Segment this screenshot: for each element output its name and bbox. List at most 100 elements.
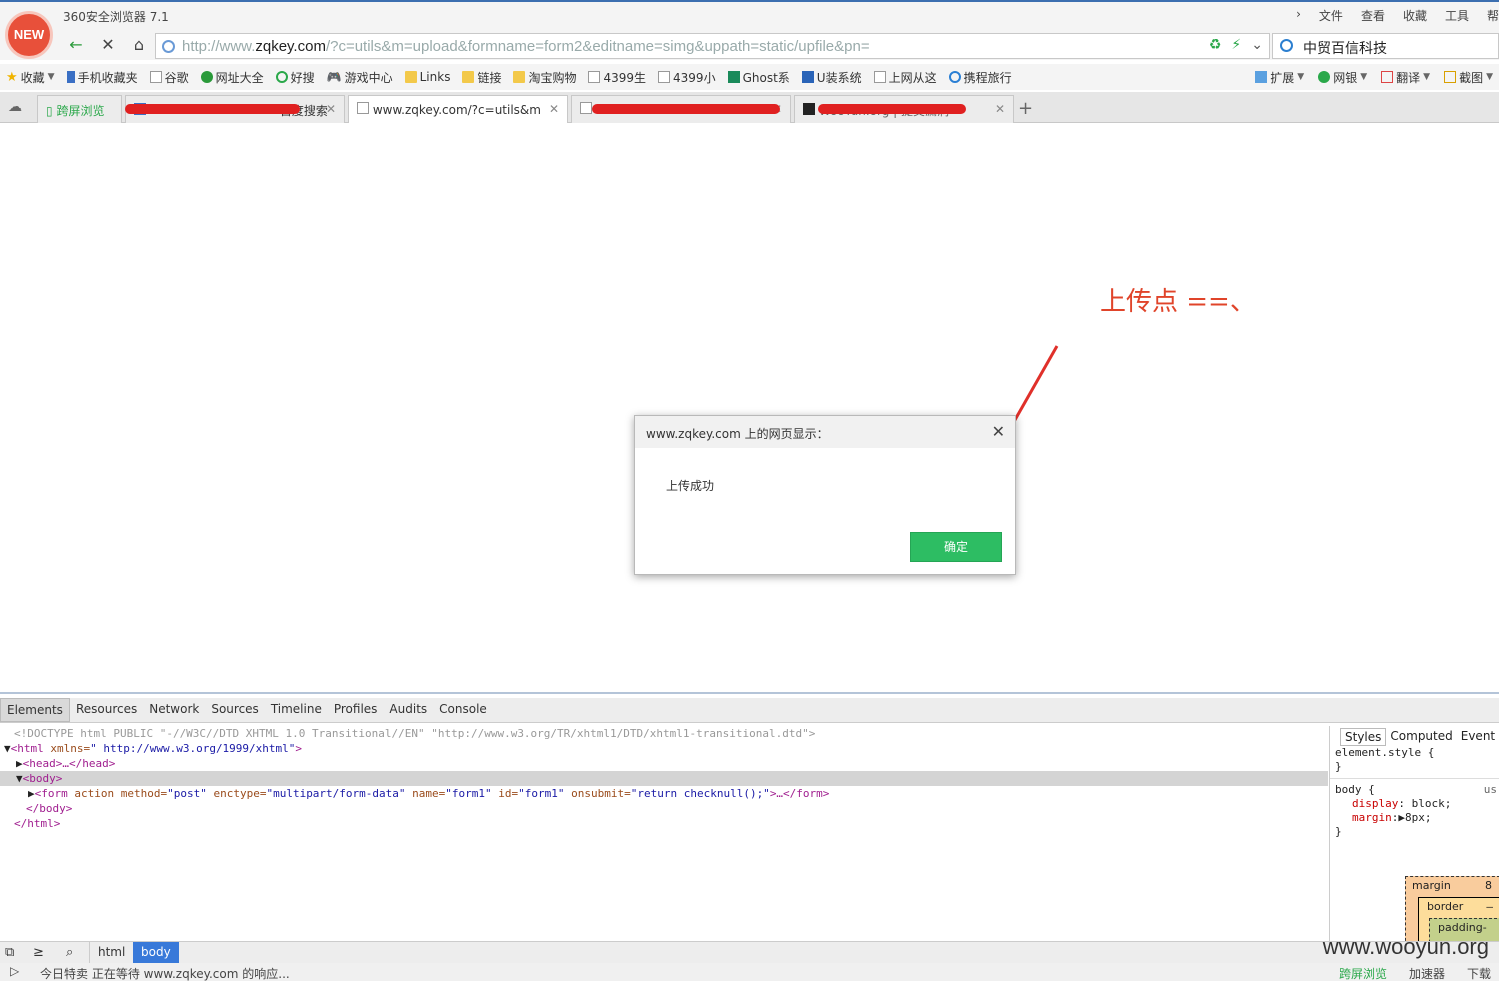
tab-elements[interactable]: Elements (0, 698, 70, 722)
cross-screen-button[interactable]: 跨屏浏览 (1339, 965, 1387, 982)
bookmark-haosou[interactable]: 好搜 (275, 69, 315, 86)
search-icon[interactable]: ⌕ (66, 945, 73, 960)
extensions-button[interactable]: 扩展 ▼ (1255, 69, 1304, 86)
close-icon[interactable]: ✕ (548, 102, 559, 116)
chevron-down-icon[interactable]: ⌄ (1251, 37, 1263, 53)
tab-event-listeners[interactable]: Event Lis (1457, 728, 1499, 746)
close-icon[interactable]: ✕ (326, 102, 336, 116)
bookmark-link[interactable]: 链接 (462, 69, 501, 86)
redaction-mark (125, 104, 300, 114)
bookmark-games[interactable]: 🎮 游戏中心 (327, 69, 393, 86)
breadcrumb-html[interactable]: html (89, 942, 135, 963)
menu-tools[interactable]: 工具 (1445, 7, 1469, 24)
tab-resources[interactable]: Resources (70, 698, 143, 722)
dom-head[interactable]: ▶<head>…</head> (0, 756, 1328, 771)
display-declaration[interactable]: display: block; (1330, 797, 1499, 811)
screenshot-button[interactable]: 截图 ▼ (1444, 69, 1493, 86)
menu-file[interactable]: 文件 (1319, 7, 1343, 24)
bookmark-sites[interactable]: 网址大全 (200, 69, 264, 86)
tab-profiles[interactable]: Profiles (328, 698, 384, 722)
stop-icon[interactable]: ✕ (96, 33, 120, 57)
bookmark-u-install[interactable]: U装系统 (801, 69, 862, 86)
address-bar[interactable]: http://www.zqkey.com/?c=utils&m=upload&f… (155, 33, 1270, 59)
bookmark-4399a[interactable]: 4399生 (588, 69, 646, 86)
body-selector[interactable]: body { (1330, 783, 1499, 797)
url-text[interactable]: http://www.zqkey.com/?c=utils&m=upload&f… (182, 38, 870, 55)
bookmark-4399b[interactable]: 4399小 (658, 69, 716, 86)
menu-help[interactable]: 帮 (1487, 7, 1499, 24)
tab-styles[interactable]: Styles (1340, 728, 1387, 746)
bookmark-ghost[interactable]: Ghost系 (727, 69, 790, 86)
search-box[interactable]: 中贸百信科技 (1272, 33, 1499, 59)
tab-network[interactable]: Network (143, 698, 205, 722)
search-icon[interactable] (1280, 39, 1293, 52)
cloud-icon[interactable]: ☁ (8, 99, 22, 115)
lightning-icon[interactable]: ⚡ (1231, 37, 1241, 53)
ok-button[interactable]: 确定 (910, 532, 1002, 562)
search-input[interactable]: 中贸百信科技 (1303, 38, 1387, 58)
tab-computed[interactable]: Computed (1386, 728, 1456, 746)
bank-button[interactable]: 网银 ▼ (1318, 69, 1367, 86)
ghost-icon (727, 71, 740, 83)
app-title: 360安全浏览器 7.1 (63, 10, 169, 24)
browser-logo[interactable]: NEW (5, 11, 53, 59)
shield-icon (1318, 71, 1331, 83)
accelerator-button[interactable]: 加速器 (1409, 965, 1445, 982)
menu-favorites[interactable]: 收藏 (1403, 7, 1427, 24)
watermark: www.wooyun.org (1322, 934, 1489, 959)
back-arrow-icon[interactable]: ← (64, 33, 88, 57)
scissors-icon (1444, 71, 1457, 83)
console-drawer-icon[interactable]: ≥ (33, 945, 44, 960)
page-icon (588, 71, 601, 83)
page-content: 上传点 ==、 www.zqkey.com 上的网页显示： ✕ 上传成功 确定 (0, 123, 1499, 692)
dom-html[interactable]: ▼<html xmlns=" http://www.w3.org/1999/xh… (0, 741, 1328, 756)
status-right-items: 跨屏浏览 加速器 下载 (1339, 965, 1491, 982)
status-text: 今日特卖 正在等待 www.zqkey.com 的响应... (40, 967, 290, 981)
translate-button[interactable]: 翻译 ▼ (1381, 69, 1430, 86)
dialog-message: 上传成功 (666, 479, 715, 493)
box-model-padding-label: padding- (1438, 921, 1487, 934)
tab-audits[interactable]: Audits (383, 698, 433, 722)
tab-zqkey[interactable]: www.zqkey.com/?c=utils&m ✕ (348, 95, 568, 124)
menu-view[interactable]: 查看 (1361, 7, 1385, 24)
dom-body-close[interactable]: </body> (0, 801, 1328, 816)
close-icon[interactable]: ✕ (995, 102, 1005, 116)
dock-icon[interactable]: ⧉ (5, 945, 14, 960)
tab-timeline[interactable]: Timeline (265, 698, 328, 722)
dom-html-close[interactable]: </html> (0, 816, 1328, 831)
bookmark-taobao[interactable]: 淘宝购物 (513, 69, 576, 86)
bookmark-ctrip[interactable]: 携程旅行 (948, 69, 1012, 86)
bookmark-mobile[interactable]: 手机收藏夹 (66, 69, 138, 86)
breadcrumb-body[interactable]: body (133, 942, 179, 963)
devtools-footer: ⧉ ≥ ⌕ html body (0, 941, 1499, 963)
bookmark-favorites[interactable]: ★ 收藏 ▼ (6, 69, 55, 86)
box-model-margin-value[interactable]: 8 (1485, 879, 1492, 892)
bookmark-google[interactable]: 谷歌 (149, 69, 189, 86)
new-tab-plus-icon[interactable]: + (1018, 98, 1033, 119)
element-style-rule[interactable]: element.style { (1330, 746, 1499, 760)
bookmark-links[interactable]: Links (404, 70, 450, 84)
address-actions: ♻ ⚡ ⌄ (1209, 37, 1263, 53)
ctrip-icon (948, 71, 961, 83)
dom-body[interactable]: ▼<body> (0, 771, 1328, 786)
menu-chevron-icon[interactable]: › (1296, 7, 1301, 24)
dom-form[interactable]: ▶<form action method="post" enctype="mul… (0, 786, 1328, 801)
sidebar-toggle-icon[interactable]: ▷ (10, 964, 19, 978)
dom-doctype[interactable]: <!DOCTYPE html PUBLIC "-//W3C//DTD XHTML… (0, 726, 1328, 741)
status-bar: ▷ 今日特卖 正在等待 www.zqkey.com 的响应... 跨屏浏览 加速… (0, 963, 1499, 981)
tab-console[interactable]: Console (433, 698, 493, 722)
tab-sources[interactable]: Sources (205, 698, 264, 722)
margin-declaration[interactable]: margin:▶8px; (1330, 811, 1499, 825)
download-button[interactable]: 下载 (1467, 965, 1491, 982)
home-icon[interactable]: ⌂ (127, 33, 151, 57)
toolbar-extensions: 扩展 ▼ 网银 ▼ 翻译 ▼ 截图 ▼ (1255, 64, 1499, 90)
bookmark-start[interactable]: 上网从这 (873, 69, 937, 86)
gamepad-icon: 🎮 (326, 70, 342, 84)
body-rule: body { us display: block; margin:▶8px; } (1330, 778, 1499, 839)
close-icon[interactable]: ✕ (992, 422, 1005, 441)
page-info-icon[interactable] (162, 40, 175, 53)
tab-cross-screen[interactable]: ▯ 跨屏浏览 (37, 95, 122, 123)
recycle-icon[interactable]: ♻ (1209, 37, 1222, 53)
dom-tree: <!DOCTYPE html PUBLIC "-//W3C//DTD XHTML… (0, 726, 1328, 941)
box-model-border-value[interactable]: – (1486, 900, 1493, 913)
